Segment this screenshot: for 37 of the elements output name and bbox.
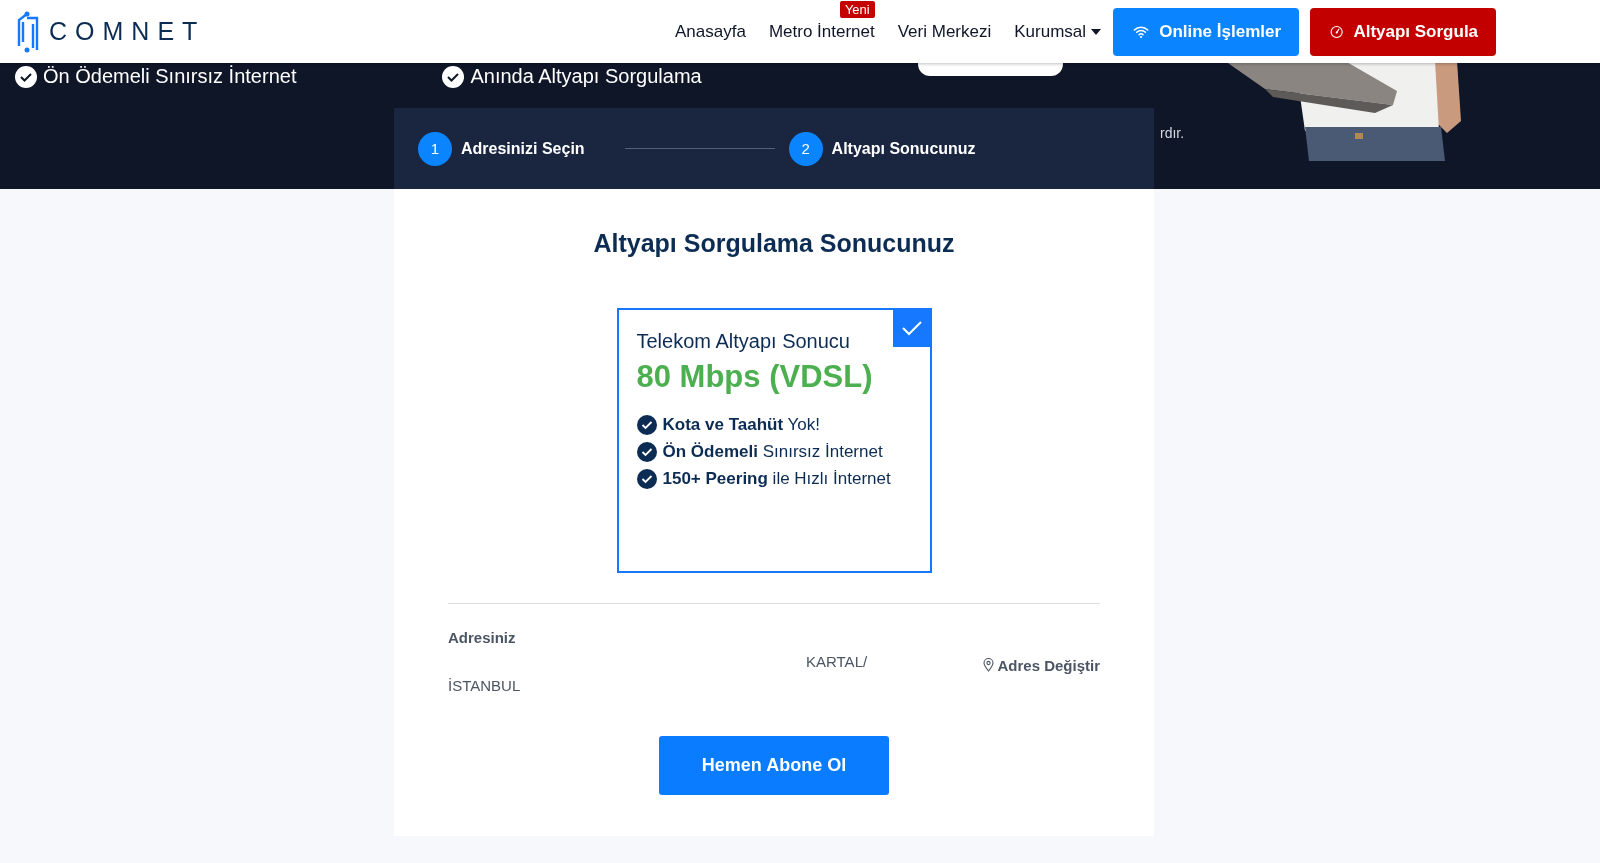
address-label: Adresiniz bbox=[448, 629, 517, 648]
logo-icon bbox=[15, 9, 41, 54]
change-address-link[interactable]: Adres Değiştir bbox=[983, 653, 1100, 677]
nav-link[interactable]: Veri Merkezi bbox=[897, 21, 992, 42]
check-icon bbox=[636, 468, 657, 489]
nav-link[interactable]: Kurumsal bbox=[1014, 21, 1102, 42]
check-icon bbox=[636, 441, 657, 462]
caret-icon bbox=[1091, 28, 1102, 35]
header-action-button[interactable]: Online İşlemler bbox=[1113, 7, 1300, 56]
logo-text[interactable]: COMNET bbox=[49, 17, 206, 46]
hero-feature: Anında Altyapı Sorgulama bbox=[470, 65, 702, 88]
address-district: KARTAL/ bbox=[806, 653, 869, 672]
feature-text: Ön Ödemeli Sınırsız İnternet bbox=[662, 441, 883, 462]
speed-value: 80 Mbps (VDSL) bbox=[636, 359, 874, 395]
subscribe-button[interactable]: Hemen Abone Ol bbox=[659, 736, 889, 795]
check-icon bbox=[442, 65, 465, 88]
hero-feature: Ön Ödemeli Sınırsız İnternet bbox=[43, 65, 297, 88]
step-label: Adresinizi Seçin bbox=[461, 139, 585, 158]
result-card[interactable]: Telekom Altyapı Sonucu 80 Mbps (VDSL) Kota ve Taahüt Yok! Ön Ödemeli Sınırsız İnternet 150+ Peering ile Hızlı İnternet bbox=[616, 308, 932, 573]
address-city: İSTANBUL bbox=[448, 677, 522, 696]
step-number: 1 bbox=[418, 131, 452, 166]
provider-label: Telekom Altyapı Sonucu bbox=[636, 330, 851, 353]
feature-text: Kota ve Taahüt Yok! bbox=[662, 414, 820, 435]
step-label: Altyapı Sonucunuz bbox=[831, 139, 976, 158]
hero-button[interactable] bbox=[918, 63, 1063, 76]
step-number: 2 bbox=[788, 131, 823, 166]
new-badge: Yeni bbox=[839, 0, 875, 18]
location-pin-icon bbox=[983, 658, 995, 672]
check-icon bbox=[15, 65, 37, 88]
header-action-button[interactable]: Altyapı Sorgula bbox=[1310, 7, 1497, 56]
selected-check-icon bbox=[892, 309, 931, 347]
check-icon bbox=[636, 414, 657, 435]
feature-text: 150+ Peering ile Hızlı İnternet bbox=[662, 468, 891, 489]
nav-link[interactable]: Metro İnternet bbox=[768, 21, 875, 42]
hero-text: rdır. bbox=[1160, 125, 1185, 141]
nav-link[interactable]: Anasayfa bbox=[675, 21, 746, 42]
result-title: Altyapı Sorgulama Sonucunuz bbox=[593, 229, 955, 258]
